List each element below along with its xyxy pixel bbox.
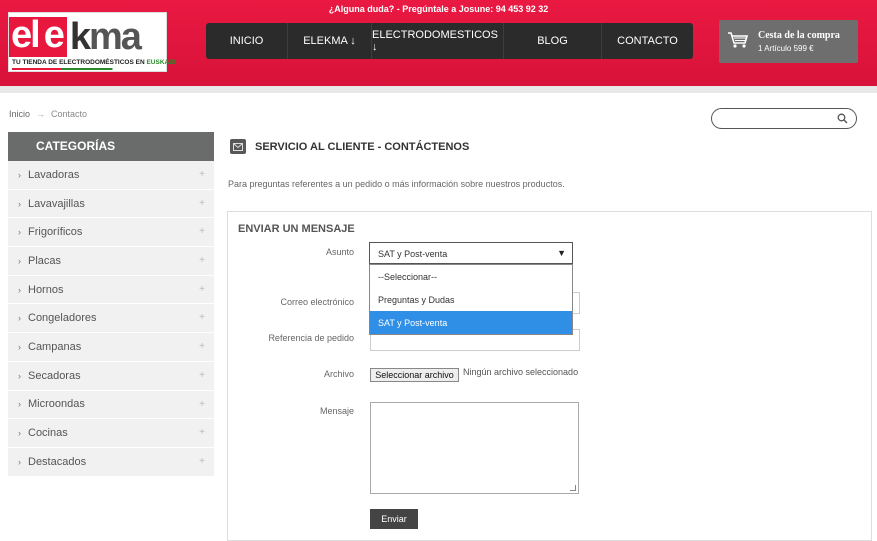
subject-select[interactable]: SAT y Post-venta ▼	[369, 242, 573, 264]
breadcrumb-arrow-icon: →	[36, 109, 46, 119]
sidebar-item-secadoras[interactable]: › Secadoras +	[8, 361, 214, 391]
category-list: › Lavadoras + › Lavavajillas + › Frigoríficos…	[8, 161, 214, 477]
sidebar-item-campanas[interactable]: › Campanas +	[8, 333, 214, 362]
file-label: Archivo	[323, 369, 354, 379]
subject-option[interactable]: Preguntas y Dudas	[370, 288, 572, 311]
plus-icon[interactable]: +	[199, 284, 205, 295]
chevron-right-icon: ›	[18, 198, 21, 209]
sidebar-item-microondas[interactable]: › Microondas +	[8, 390, 214, 420]
nav-inicio[interactable]: INICIO	[206, 23, 288, 59]
chevron-right-icon: ›	[18, 313, 21, 324]
site-header: ¿Alguna duda? - Pregúntale a Josune: 94 …	[0, 0, 877, 86]
plus-icon[interactable]: +	[199, 169, 205, 180]
plus-icon[interactable]: +	[199, 198, 205, 209]
categories-heading: CATEGORÍAS	[8, 132, 214, 161]
chevron-right-icon: ›	[18, 428, 21, 439]
plus-icon[interactable]: +	[199, 456, 205, 467]
breadcrumb: Inicio → Contacto	[9, 109, 87, 119]
page-heading: SERVICIO AL CLIENTE - CONTÁCTENOS	[230, 139, 469, 154]
sidebar-item-hornos[interactable]: › Hornos +	[8, 275, 214, 305]
form-title: ENVIAR UN MENSAJE	[238, 223, 355, 235]
header-divider	[0, 86, 877, 93]
chevron-right-icon: ›	[18, 227, 21, 238]
subject-option-selected[interactable]: SAT y Post-venta	[370, 311, 572, 334]
sidebar-item-frigorificos[interactable]: › Frigoríficos +	[8, 218, 214, 248]
plus-icon[interactable]: +	[199, 255, 205, 266]
file-status-text: Ningún archivo seleccionado	[463, 367, 579, 377]
chevron-right-icon: ›	[18, 399, 21, 410]
message-textarea[interactable]	[370, 402, 579, 494]
page-title: SERVICIO AL CLIENTE - CONTÁCTENOS	[255, 140, 470, 153]
cart-summary: 1 Artículo 599 €	[758, 44, 814, 53]
caret-down-icon: ▼	[557, 248, 566, 258]
chevron-right-icon: ›	[18, 456, 21, 467]
sidebar-item-placas[interactable]: › Placas +	[8, 247, 214, 276]
sidebar-item-lavadoras[interactable]: › Lavadoras +	[8, 161, 214, 190]
nav-elekma[interactable]: ELEKMA ↓	[288, 23, 372, 59]
search-icon[interactable]	[837, 113, 848, 124]
subject-label: Asunto	[325, 247, 354, 257]
send-button[interactable]: Enviar	[370, 509, 418, 529]
nav-contacto[interactable]: CONTACTO	[602, 23, 693, 59]
main-nav: INICIO ELEKMA ↓ ELECTRODOMESTICOS ↓ BLOG…	[206, 23, 693, 59]
sidebar-item-lavavajillas[interactable]: › Lavavajillas +	[8, 189, 214, 219]
plus-icon[interactable]: +	[199, 370, 205, 381]
message-label: Mensaje	[319, 406, 354, 416]
plus-icon[interactable]: +	[199, 399, 205, 410]
resize-handle-icon[interactable]	[570, 485, 576, 491]
cart-button[interactable]: Cesta de la compra 1 Artículo 599 €	[719, 20, 858, 63]
search-input[interactable]	[711, 108, 857, 129]
sidebar-item-congeladores[interactable]: › Congeladores +	[8, 304, 214, 334]
chevron-right-icon: ›	[18, 370, 21, 381]
chevron-right-icon: ›	[18, 284, 21, 295]
envelope-icon	[230, 139, 246, 154]
sidebar-item-destacados[interactable]: › Destacados +	[8, 447, 214, 477]
nav-electrodomesticos[interactable]: ELECTRODOMESTICOS ↓	[372, 23, 504, 59]
plus-icon[interactable]: +	[199, 312, 205, 323]
plus-icon[interactable]: +	[199, 341, 205, 352]
order-reference-label: Referencia de pedido	[268, 333, 354, 343]
logo-tagline: TU TIENDA DE ELECTRODOMÉSTICOS EN EUSKAD…	[12, 59, 176, 66]
plus-icon[interactable]: +	[199, 427, 205, 438]
subject-option[interactable]: --Seleccionar--	[370, 265, 572, 288]
plus-icon[interactable]: +	[199, 226, 205, 237]
chevron-right-icon: ›	[18, 169, 21, 180]
subject-dropdown-list: --Seleccionar-- Preguntas y Dudas SAT y …	[369, 264, 573, 335]
intro-text: Para preguntas referentes a un pedido o …	[228, 179, 565, 189]
site-logo[interactable]: el e kma TU TIENDA DE ELECTRODOMÉSTICOS EN…	[8, 12, 176, 72]
cart-title: Cesta de la compra	[758, 30, 840, 41]
chevron-right-icon: ›	[18, 255, 21, 266]
nav-blog[interactable]: BLOG	[504, 23, 602, 59]
logo-stripe	[12, 68, 164, 70]
sidebar-item-cocinas[interactable]: › Cocinas +	[8, 419, 214, 448]
chevron-right-icon: ›	[18, 341, 21, 352]
breadcrumb-current: Contacto	[51, 109, 88, 119]
logo-wordmark: el e kma	[9, 14, 142, 58]
choose-file-button[interactable]: Seleccionar archivo	[370, 368, 459, 382]
email-label: Correo electrónico	[280, 297, 354, 307]
cart-icon	[728, 32, 749, 48]
breadcrumb-home[interactable]: Inicio	[9, 109, 30, 119]
